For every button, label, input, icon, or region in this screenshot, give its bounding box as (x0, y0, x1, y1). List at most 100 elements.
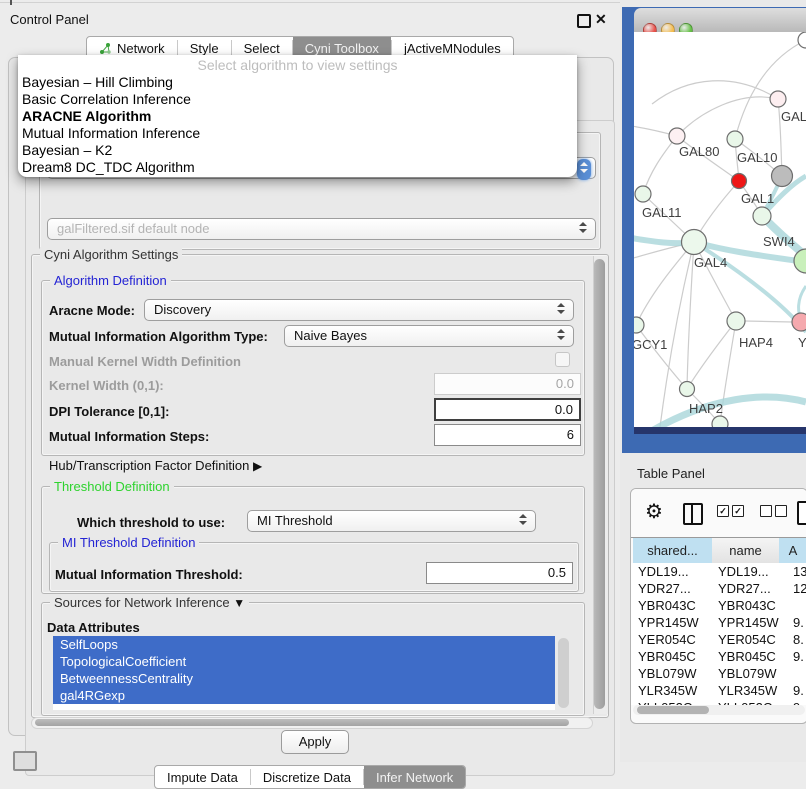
table-row[interactable]: YBR045CYBR045C9. (631, 648, 806, 665)
network-node-hap4[interactable] (727, 312, 745, 330)
node-label-gal10: GAL10 (737, 150, 777, 165)
hub-section-toggle[interactable]: Hub/Transcription Factor Definition ▶ (49, 458, 262, 473)
checked-columns-icon[interactable]: ✓✓ (717, 505, 747, 517)
table-row[interactable]: YDR27...YDR27...12 (631, 580, 806, 597)
float-window-icon[interactable] (577, 14, 591, 28)
sources-group-title: Sources for Network Inference ▼ (50, 595, 249, 610)
collapse-down-icon[interactable]: ▼ (233, 596, 245, 610)
data-attributes-label: Data Attributes (47, 620, 140, 635)
close-icon[interactable]: ✕ (595, 11, 607, 28)
table-row[interactable]: YBR043CYBR043C (631, 597, 806, 614)
manual-kernel-checkbox[interactable] (555, 352, 570, 367)
expand-right-icon[interactable]: ▶ (253, 459, 262, 473)
column-header-a[interactable]: A (779, 538, 806, 563)
algorithm-option-basic-correlation-inference[interactable]: Basic Correlation Inference (18, 91, 577, 108)
network-node-swi4[interactable] (753, 207, 771, 225)
control-panel-title: Control Panel (10, 12, 89, 27)
network-edge[interactable] (677, 97, 778, 136)
bottom-tab-discretize-data[interactable]: Discretize Data (251, 766, 363, 788)
settings-hscroll-thumb[interactable] (35, 719, 569, 726)
network-node[interactable] (712, 416, 728, 427)
node-label-gal11: GAL11 (642, 205, 682, 220)
attribute-item-betweennesscentrality[interactable]: BetweennessCentrality (53, 670, 555, 687)
table-row[interactable]: YDL19...YDL19...13 (631, 563, 806, 580)
network-edge[interactable] (652, 81, 778, 104)
table-cell: YPR145W (638, 614, 710, 631)
network-node[interactable] (798, 32, 806, 48)
mi-type-value: Naive Bayes (294, 328, 367, 343)
algorithm-option-dream8-dc-tdc-algorithm[interactable]: Dream8 DC_TDC Algorithm (18, 159, 577, 176)
table-header: shared...nameA (631, 537, 806, 564)
network-window-titlebar[interactable] (634, 8, 806, 33)
algorithm-option-bayesian-hill-climbing[interactable]: Bayesian – Hill Climbing (18, 74, 577, 91)
bottom-tab-impute-data[interactable]: Impute Data (155, 766, 250, 788)
dpi-tolerance-field[interactable]: 0.0 (434, 398, 581, 421)
spinner-icon[interactable] (557, 329, 567, 340)
table-row[interactable]: YER054CYER054C8. (631, 631, 806, 648)
which-threshold-select[interactable]: MI Threshold (247, 510, 536, 532)
table-row[interactable]: YLR345WYLR345W9. (631, 682, 806, 699)
data-attributes-list[interactable]: SelfLoopsTopologicalCoefficientBetweenne… (53, 636, 555, 710)
spinner-icon[interactable] (557, 303, 567, 314)
network-node-gal80[interactable] (669, 128, 685, 144)
network-edge[interactable] (636, 325, 687, 389)
table-hscroll-track[interactable] (633, 705, 805, 715)
aracne-mode-select[interactable]: Discovery (144, 299, 574, 321)
network-edge[interactable] (735, 40, 806, 139)
minimized-panel-icon[interactable] (13, 751, 37, 771)
split-columns-icon[interactable] (683, 503, 703, 525)
spinner-icon[interactable] (579, 222, 589, 233)
table-cell: YLR345W (638, 682, 710, 699)
attributes-list-scrollbar[interactable] (558, 638, 569, 708)
network-node-gcy1[interactable] (634, 317, 644, 333)
mi-threshold-field[interactable]: 0.5 (426, 562, 573, 584)
table-hscroll-thumb[interactable] (637, 706, 709, 714)
table-cell: YPR145W (718, 614, 786, 631)
network-node[interactable] (772, 166, 793, 187)
network-node-gal1[interactable] (732, 174, 747, 189)
table-cell: 12 (793, 580, 806, 597)
network-edge[interactable] (687, 242, 694, 389)
algorithm-option-mutual-information-inference[interactable]: Mutual Information Inference (18, 125, 577, 142)
table-cell: 9. (793, 648, 806, 665)
algorithm-option-aracne-algorithm[interactable]: ARACNE Algorithm (18, 108, 577, 125)
network-select[interactable]: galFiltered.sif default node (47, 218, 596, 240)
settings-group-title: Cyni Algorithm Settings (40, 247, 182, 262)
apply-button[interactable]: Apply (281, 730, 349, 754)
network-node-gal[interactable] (770, 91, 786, 107)
table-row[interactable]: YBL079WYBL079W (631, 665, 806, 682)
network-node-hap2[interactable] (680, 382, 695, 397)
network-edge[interactable] (745, 321, 792, 322)
top-edge-mark (10, 0, 12, 5)
node-label-y: Y (798, 335, 806, 350)
spinner-icon[interactable] (577, 159, 591, 180)
algorithm-option-bayesian-k2[interactable]: Bayesian – K2 (18, 142, 577, 159)
attribute-item-selfloops[interactable]: SelfLoops (53, 636, 555, 653)
unchecked-columns-icon[interactable] (760, 505, 790, 517)
column-header-shared[interactable]: shared... (633, 538, 713, 563)
settings-gear-icon[interactable]: ⚙ (645, 499, 663, 524)
attribute-item-topologicalcoefficient[interactable]: TopologicalCoefficient (53, 653, 555, 670)
network-node-gal10[interactable] (727, 131, 743, 147)
spinner-icon[interactable] (519, 514, 529, 525)
column-header-name[interactable]: name (712, 538, 780, 563)
threshold-definition-title: Threshold Definition (50, 479, 174, 494)
file-icon[interactable] (797, 501, 806, 525)
settings-hscroll-track[interactable] (31, 717, 593, 729)
network-node-gal4[interactable] (682, 230, 707, 255)
bottom-tab-infer-network[interactable]: Infer Network (364, 766, 465, 788)
table-row[interactable]: YPR145WYPR145W9. (631, 614, 806, 631)
kernel-width-field[interactable]: 0.0 (434, 373, 581, 395)
settings-vscroll-thumb[interactable] (594, 259, 605, 709)
mi-type-select[interactable]: Naive Bayes (284, 325, 574, 347)
mi-type-label: Mutual Information Algorithm Type: (49, 329, 268, 344)
mi-steps-field[interactable]: 6 (434, 424, 581, 446)
attribute-item-gal4rgexp[interactable]: gal4RGexp (53, 687, 555, 704)
cyni-bottom-tabs: Impute DataDiscretize DataInfer Network (154, 765, 466, 789)
network-canvas[interactable]: GALGAL80GAL10GAL1GAL11SWI4GAL4GCY1HAP4YH… (634, 32, 806, 427)
network-edge[interactable] (643, 136, 677, 194)
network-node-gal11[interactable] (635, 186, 651, 202)
network-edge[interactable] (687, 321, 736, 389)
network-node-y[interactable] (792, 313, 806, 331)
table-cell: YLR345W (718, 682, 786, 699)
